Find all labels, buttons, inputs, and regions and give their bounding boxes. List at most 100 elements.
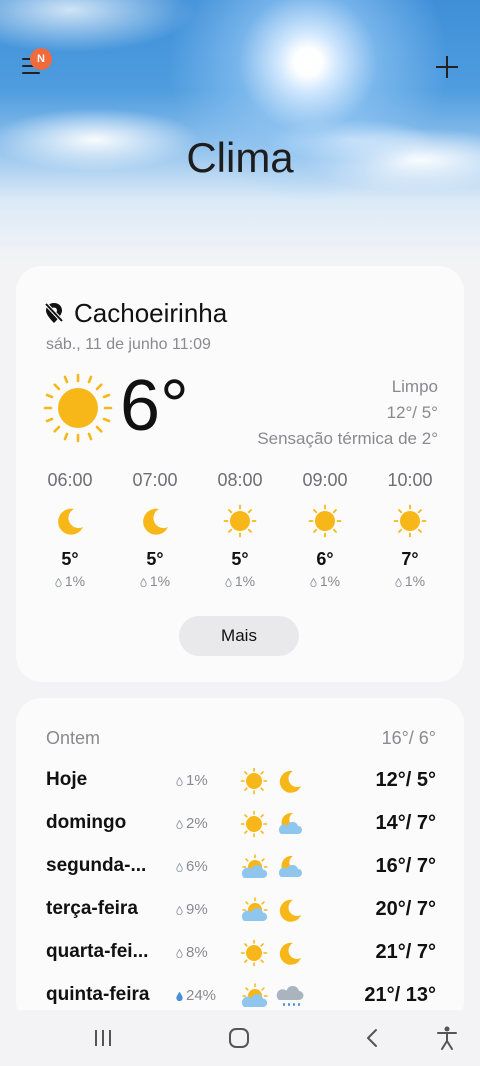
day-temperatures: 16°/ 7° xyxy=(375,855,436,877)
hour-temperature: 6° xyxy=(316,549,334,569)
hour-time: 06:00 xyxy=(47,470,93,490)
hour-precipitation-value: 1% xyxy=(404,573,426,589)
day-temperatures: 21°/ 13° xyxy=(364,984,436,1006)
hourly-item: 08:00 5° 1% xyxy=(198,470,282,589)
current-weather-card[interactable]: Cachoeirinha sáb., 11 de junho 11:09 6° … xyxy=(16,266,464,682)
location-off-icon xyxy=(44,302,64,323)
hour-temperature: 5° xyxy=(146,549,164,569)
hourly-forecast[interactable]: 06:00 5° 1% 07:00 5° 1% 08:00 5° 1% 09:0… xyxy=(28,470,452,589)
moon-icon xyxy=(143,508,168,535)
day-precipitation-value: 6% xyxy=(186,858,208,875)
hour-temperature: 5° xyxy=(61,549,79,569)
sun-icon xyxy=(43,373,113,443)
rain-cloud-icon xyxy=(276,986,304,1006)
day-precipitation-value: 8% xyxy=(186,944,208,961)
day-temperatures: 21°/ 7° xyxy=(375,941,436,963)
current-temperature: 6° xyxy=(120,366,189,446)
day-precipitation: 1% xyxy=(176,772,208,789)
back-icon[interactable] xyxy=(358,1024,388,1052)
drop-icon xyxy=(140,578,147,587)
drop-icon xyxy=(55,578,62,587)
hourly-item: 06:00 5° 1% xyxy=(28,470,112,589)
sun-cloud-icon xyxy=(241,897,268,921)
system-navigation-bar xyxy=(0,1010,480,1066)
moon-icon xyxy=(279,899,301,922)
yesterday-temperatures: 16°/ 6° xyxy=(381,728,436,748)
day-temperatures: 20°/ 7° xyxy=(375,898,436,920)
drop-icon xyxy=(176,863,183,872)
hour-precipitation: 1% xyxy=(198,573,282,589)
high-low-temperature: 12°/ 5° xyxy=(386,403,438,422)
hamburger-line xyxy=(22,72,40,74)
more-button[interactable]: Mais xyxy=(179,616,299,656)
sun-cloud-icon xyxy=(241,983,268,1007)
drop-icon xyxy=(176,906,183,915)
daily-row[interactable]: quinta-feira 24% 21°/ 13° xyxy=(46,981,436,1011)
day-temperatures: 12°/ 5° xyxy=(375,769,436,791)
moon-cloud-icon xyxy=(278,855,302,877)
drop-filled-icon xyxy=(176,992,183,1001)
page-title: Clima xyxy=(186,134,294,181)
daily-row[interactable]: domingo 2% 14°/ 7° xyxy=(46,809,436,839)
hour-temperature: 7° xyxy=(401,549,419,569)
sun-icon xyxy=(240,810,268,838)
day-name: quinta-feira xyxy=(46,984,150,1005)
hour-precipitation-value: 1% xyxy=(319,573,341,589)
daily-row[interactable]: Hoje 1% 12°/ 5° xyxy=(46,766,436,796)
hour-precipitation: 1% xyxy=(113,573,197,589)
accessibility-icon[interactable] xyxy=(432,1024,462,1052)
daily-forecast-card[interactable]: Ontem 16°/ 6° Hoje 1% 12°/ 5° domingo 2%… xyxy=(16,698,464,1028)
day-precipitation: 9% xyxy=(176,901,208,918)
hour-time: 09:00 xyxy=(302,470,348,490)
day-precipitation: 6% xyxy=(176,858,208,875)
day-name: domingo xyxy=(46,812,127,833)
moon-cloud-icon xyxy=(278,812,302,834)
sun-icon xyxy=(240,767,268,795)
hour-time: 08:00 xyxy=(217,470,263,490)
day-precipitation-value: 2% xyxy=(186,815,208,832)
recent-apps-icon[interactable] xyxy=(88,1024,118,1052)
day-precipitation-value: 9% xyxy=(186,901,208,918)
drop-icon xyxy=(176,949,183,958)
hour-precipitation: 1% xyxy=(283,573,367,589)
hour-precipitation-value: 1% xyxy=(64,573,86,589)
drop-icon xyxy=(176,777,183,786)
daily-row[interactable]: terça-feira 9% 20°/ 7° xyxy=(46,895,436,925)
hourly-item: 10:00 7° 1% xyxy=(368,470,452,589)
drop-icon xyxy=(395,578,402,587)
day-precipitation-value: 1% xyxy=(186,772,208,789)
hour-precipitation: 1% xyxy=(368,573,452,589)
sun-cloud-icon xyxy=(241,854,268,878)
daily-row[interactable]: quarta-fei... 8% 21°/ 7° xyxy=(46,938,436,968)
yesterday-label: Ontem xyxy=(46,728,101,748)
day-precipitation-value: 24% xyxy=(186,987,217,1004)
drop-icon xyxy=(176,820,183,829)
day-precipitation: 24% xyxy=(176,987,216,1004)
drop-icon xyxy=(225,578,232,587)
hour-time: 07:00 xyxy=(132,470,178,490)
day-name: segunda-... xyxy=(46,855,147,876)
condition-text: Limpo xyxy=(391,377,438,396)
hourly-item: 07:00 5° 1% xyxy=(113,470,197,589)
hour-precipitation-value: 1% xyxy=(234,573,256,589)
hourly-item: 09:00 6° 1% xyxy=(283,470,367,589)
hour-precipitation-value: 1% xyxy=(149,573,171,589)
feels-like-text: Sensação térmica de 2° xyxy=(257,429,438,448)
notification-badge: N xyxy=(30,48,52,70)
add-location-button[interactable] xyxy=(432,52,462,82)
moon-icon xyxy=(279,942,301,965)
home-icon[interactable] xyxy=(224,1024,254,1052)
hour-precipitation: 1% xyxy=(28,573,112,589)
daily-row[interactable]: segunda-... 6% 16°/ 7° xyxy=(46,852,436,882)
moon-icon xyxy=(279,770,301,793)
day-precipitation: 2% xyxy=(176,815,208,832)
sun-icon xyxy=(240,939,268,967)
day-temperatures: 14°/ 7° xyxy=(375,812,436,834)
yesterday-row: Ontem 16°/ 6° xyxy=(46,728,436,749)
condition-summary: Limpo 12°/ 5° Sensação térmica de 2° xyxy=(257,374,438,452)
day-name: quarta-fei... xyxy=(46,941,149,962)
day-precipitation: 8% xyxy=(176,944,208,961)
sun-icon xyxy=(393,504,427,538)
hour-time: 10:00 xyxy=(387,470,433,490)
current-datetime: sáb., 11 de junho 11:09 xyxy=(46,336,211,353)
